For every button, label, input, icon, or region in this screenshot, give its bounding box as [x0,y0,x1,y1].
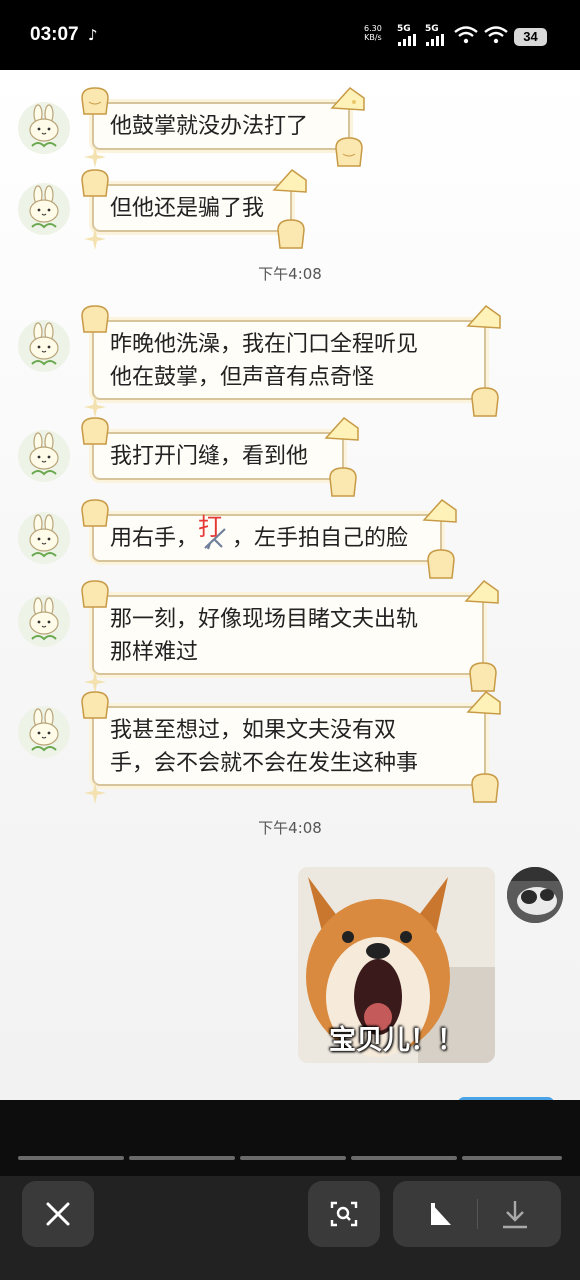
avatar[interactable] [18,183,70,235]
battery-indicator: 34 [514,28,547,46]
message-bubble[interactable]: 但他还是骗了我 [81,169,307,250]
timestamp: 下午4:08 [258,819,322,837]
sim1-label: 5G [397,24,411,34]
toast-icon [81,87,109,115]
status-time: 03:07 [30,24,79,45]
wifi-icon [484,26,508,44]
toast-icon [277,219,305,249]
bunny-icon [29,432,59,476]
message-text-line: 我甚至想过，如果文夫没有双 [110,718,397,743]
signal-icon [398,34,418,46]
bottom-viewer-bar [0,1100,580,1280]
bunny-icon [29,597,59,641]
annotation-text: 打 [198,513,223,541]
cheese-icon [330,87,365,111]
dog-sticker-image[interactable]: 宝贝儿！！ [298,867,495,1063]
page-indicator[interactable] [129,1156,235,1160]
toast-icon [471,387,499,417]
cheese-icon [422,499,457,523]
message-text-line: 手，会不会就不会在发生这种事 [110,751,419,776]
bunny-icon [29,514,59,558]
message-text: 用右手， [110,526,199,551]
message-text-line: 那样难过 [110,640,199,665]
message-text-line: 那一刻，好像现场目睹文夫出轨 [110,607,419,632]
play-icon[interactable] [393,1181,477,1247]
close-icon [46,1202,70,1226]
net-speed-value: 6.30 [364,24,382,33]
message-text: ，左手拍自己的脸 [232,526,409,551]
message-text: 我打开门缝，看到他 [110,444,309,469]
message-bubble[interactable]: 我甚至想过，如果文夫没有双 手，会不会就不会在发生这种事 [81,691,501,804]
cat-photo-icon [507,867,563,923]
message-text-line: 他在鼓掌，但声音有点奇怪 [110,365,375,390]
page-indicator[interactable] [351,1156,457,1160]
timestamp: 下午4:08 [258,265,322,283]
sparkle-icon [84,782,106,804]
cheese-icon [464,580,499,604]
action-group [393,1181,561,1247]
toast-icon [81,499,109,527]
signal-icon [426,34,446,46]
page-indicator[interactable] [240,1156,346,1160]
toast-icon [81,169,109,197]
net-speed: 6.30 KB/s [364,24,382,42]
scan-icon [330,1201,358,1227]
cheese-icon [324,417,359,441]
bunny-icon [29,322,59,366]
cheese-icon [272,169,307,193]
toast-icon [427,549,455,579]
message-bubble[interactable]: 他鼓掌就没办法打了 [81,87,365,168]
status-bar: 03:07 ♪ 6.30 KB/s 5G 5G 34 [0,0,580,70]
cheese-icon [466,691,501,715]
avatar[interactable] [18,512,70,564]
net-speed-unit: KB/s [364,33,382,42]
sim2-label: 5G [425,24,439,34]
message-bubble[interactable]: 用右手，打 ，左手拍自己的脸 [81,499,457,579]
toast-icon [81,417,109,445]
avatar[interactable] [507,867,563,923]
tiktok-icon: ♪ [88,26,98,44]
toast-icon [81,305,109,333]
avatar[interactable] [18,706,70,758]
chat-area[interactable]: 他鼓掌就没办法打了 但他还是骗了我 下午4:08 昨晚他洗澡，我在门口全程听见 … [0,70,580,1100]
page-indicator[interactable] [462,1156,562,1160]
cheese-icon [466,305,501,329]
message-bubble[interactable]: 那一刻，好像现场目睹文夫出轨 那样难过 [81,580,499,693]
message-text: 但他还是骗了我 [110,196,265,221]
message-bubble[interactable]: 昨晚他洗澡，我在门口全程听见 他在鼓掌，但声音有点奇怪 [81,305,501,418]
bunny-icon [29,185,59,229]
sticker-caption: 宝贝儿！！ [329,1025,464,1056]
sparkle-icon [84,228,106,250]
avatar[interactable] [18,430,70,482]
message-text-line: 昨晚他洗澡，我在门口全程听见 [110,332,419,357]
close-button[interactable] [22,1181,94,1247]
bunny-icon [29,708,59,752]
toast-icon [471,773,499,803]
scan-button[interactable] [308,1181,380,1247]
avatar[interactable] [18,320,70,372]
message-bubble[interactable]: 我打开门缝，看到他 [81,417,359,497]
toast-icon [335,137,363,167]
page-indicator[interactable] [18,1156,124,1160]
avatar[interactable] [18,595,70,647]
toolbar [0,1176,580,1280]
message-text: 他鼓掌就没办法打了 [110,114,309,139]
download-icon[interactable] [477,1181,561,1247]
toast-icon [81,691,109,719]
toast-icon [81,580,109,608]
toast-icon [329,467,357,497]
avatar[interactable] [18,102,70,154]
bunny-icon [29,104,59,148]
wifi-icon [454,26,478,44]
